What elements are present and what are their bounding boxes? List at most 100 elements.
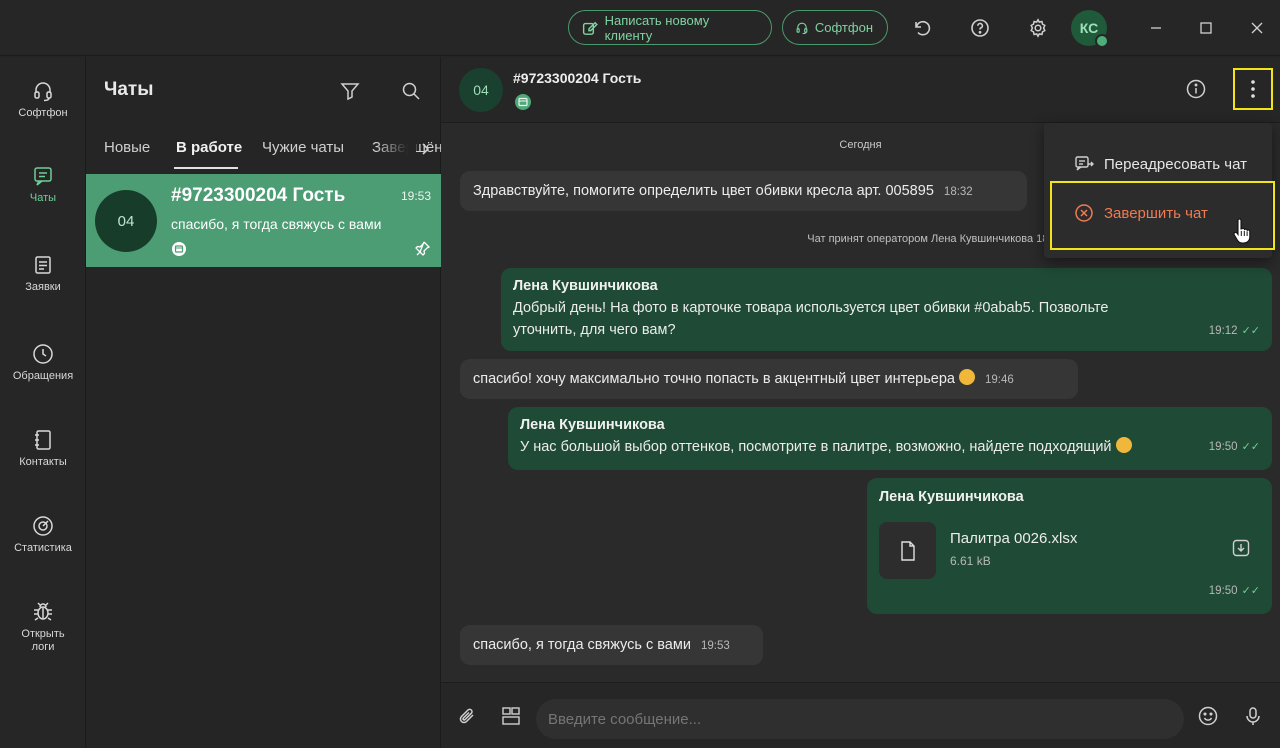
info-icon[interactable] (1185, 78, 1207, 100)
download-icon[interactable] (1232, 539, 1250, 557)
message-input[interactable] (536, 699, 1184, 739)
file-size: 6.61 kB (950, 554, 991, 568)
message-meta: 19:50 ✓✓ (1209, 435, 1260, 458)
web-channel-icon (515, 94, 531, 110)
headset-icon (796, 22, 808, 34)
read-ticks-icon: ✓✓ (1241, 585, 1260, 597)
search-icon[interactable] (399, 79, 423, 103)
chat-item-time: 19:53 (400, 189, 431, 203)
contacts-icon (35, 430, 51, 450)
user-avatar[interactable]: КС (1071, 10, 1109, 48)
nav-item-softphone[interactable]: Софтфон (0, 79, 86, 120)
nav-label: Обращения (12, 370, 74, 382)
file-icon (900, 540, 915, 561)
minimize-button[interactable] (1142, 14, 1170, 42)
pin-icon[interactable] (415, 240, 431, 256)
left-nav: Софтфон Чаты Заявки Обращения Контакты С… (0, 57, 86, 748)
app-window: Написать новому клиенту Софтфон КС Софтф… (0, 0, 1280, 748)
close-window-button[interactable] (1243, 14, 1271, 42)
chat-header-title: #9723300204 Гость (513, 70, 642, 86)
message-time: 19:46 (985, 374, 1014, 386)
hand-cursor-icon (1233, 218, 1251, 244)
nav-item-contacts[interactable]: Контакты (0, 428, 86, 469)
message-author: Лена Кувшинчикова (879, 489, 1024, 505)
bug-icon (34, 602, 52, 621)
templates-icon[interactable] (500, 705, 522, 727)
tab-new[interactable]: Новые (104, 139, 150, 156)
nav-item-appeals[interactable]: Обращения (0, 342, 86, 383)
smile-emoji-icon (958, 369, 975, 385)
chat-list-item[interactable]: 04 #9723300204 Гость 19:53 спасибо, я то… (86, 174, 441, 267)
new-client-label: Написать новому клиенту (604, 12, 710, 43)
message-text: Добрый день! На фото в карточке товара и… (513, 300, 1109, 316)
filter-icon[interactable] (338, 79, 362, 103)
chat-item-name: #9723300204 Гость (171, 185, 346, 206)
menu-item-label: Переадресовать чат (1104, 155, 1247, 173)
chat-tabs: Новые В работе Чужие чаты Завершённые (86, 127, 470, 173)
nav-item-statistics[interactable]: Статистика (0, 514, 86, 555)
message-author: Лена Кувшинчикова (513, 278, 658, 294)
chat-icon (34, 167, 52, 186)
maximize-icon (1200, 22, 1212, 34)
compose-icon (582, 21, 598, 35)
maximize-button[interactable] (1192, 14, 1220, 42)
web-channel-icon (172, 242, 186, 256)
active-tab-underline (174, 167, 238, 169)
minimize-icon (1151, 27, 1161, 29)
message-text: Здравствуйте, помогите определить цвет о… (473, 183, 934, 199)
tab-other-chats[interactable]: Чужие чаты (262, 139, 344, 156)
message-time: 19:50 (1208, 585, 1238, 597)
nav-item-chats[interactable]: Чаты (0, 164, 86, 205)
nav-item-requests[interactable]: Заявки (0, 253, 86, 294)
read-ticks-icon: ✓✓ (1241, 325, 1260, 337)
top-bar: Написать новому клиенту Софтфон КС (0, 0, 1280, 56)
message-outgoing-file: Лена Кувшинчикова Палитра 0026.xlsx 6.61… (867, 478, 1272, 614)
close-icon (1251, 22, 1263, 34)
settings-button[interactable] (1024, 14, 1052, 42)
message-time: 19:50 (1208, 441, 1238, 453)
softphone-button[interactable]: Софтфон (782, 10, 888, 45)
wink-emoji-icon (1115, 437, 1132, 453)
gear-icon (1030, 18, 1046, 38)
refresh-button[interactable] (908, 14, 936, 42)
headset-icon (34, 82, 52, 102)
nav-label: Софтфон (18, 107, 68, 119)
nav-item-open-logs[interactable]: Открыть логи (0, 600, 86, 654)
message-text: спасибо! хочу максимально точно попасть … (473, 371, 955, 387)
tabs-fade (376, 127, 416, 173)
nav-label: Чаты (29, 192, 57, 204)
message-composer (441, 682, 1280, 748)
message-text: У нас большой выбор оттенков, посмотрите… (520, 439, 1112, 455)
message-text: спасибо, я тогда свяжусь с вами (473, 637, 691, 653)
file-name[interactable]: Палитра 0026.xlsx (950, 528, 1077, 550)
nav-label: Открыть логи (21, 628, 65, 653)
chat-item-preview: спасибо, я тогда свяжусь с вами (171, 216, 382, 232)
read-ticks-icon: ✓✓ (1241, 441, 1260, 453)
chat-header-avatar: 04 (459, 68, 503, 112)
refresh-icon (915, 20, 931, 36)
file-thumbnail[interactable] (879, 522, 936, 579)
menu-item-forward-chat[interactable]: Переадресовать чат (1044, 144, 1272, 184)
help-icon (971, 19, 989, 37)
attach-icon[interactable] (457, 705, 479, 727)
message-outgoing: Лена Кувшинчикова У нас большой выбор от… (508, 407, 1272, 470)
emoji-icon[interactable] (1197, 705, 1219, 727)
forward-chat-icon (1075, 156, 1094, 171)
chevron-right-icon[interactable] (417, 139, 433, 159)
message-time: 19:12 (1208, 325, 1238, 337)
microphone-icon[interactable] (1242, 705, 1264, 727)
nav-label: Заявки (25, 281, 61, 293)
message-incoming: Здравствуйте, помогите определить цвет о… (460, 171, 1027, 211)
chat-list-title: Чаты (104, 79, 154, 100)
softphone-label: Софтфон (814, 20, 873, 35)
chat-header: 04 #9723300204 Гость (441, 57, 1280, 123)
more-options-button[interactable] (1233, 68, 1273, 110)
message-time: 18:32 (943, 186, 973, 198)
avatar-initials: КС (1079, 20, 1099, 36)
tab-in-progress[interactable]: В работе (176, 139, 242, 156)
more-vertical-icon (1251, 80, 1255, 98)
new-client-button[interactable]: Написать новому клиенту (568, 10, 772, 45)
clock-icon (33, 344, 53, 364)
message-meta: 19:50 ✓✓ (1209, 579, 1260, 602)
help-button[interactable] (966, 14, 994, 42)
